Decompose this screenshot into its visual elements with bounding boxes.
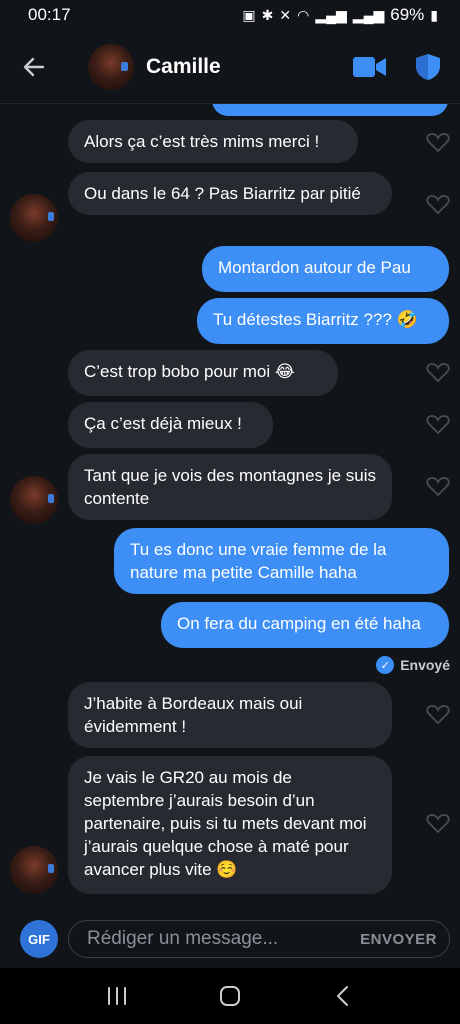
- chat-header: Camille: [0, 30, 460, 104]
- arrow-left-icon: [23, 57, 45, 76]
- contact-name[interactable]: Camille: [146, 55, 352, 79]
- safety-button[interactable]: [410, 49, 446, 85]
- home-button[interactable]: [210, 976, 250, 1016]
- heart-outline-icon[interactable]: [426, 811, 450, 835]
- system-nav-bar: [0, 968, 460, 1024]
- message-bubble-outgoing[interactable]: On fera du camping en été haha: [161, 602, 449, 648]
- message-bubble-incoming[interactable]: J’habite à Bordeaux mais oui évidemment …: [68, 682, 392, 748]
- recent-apps-button[interactable]: [97, 976, 137, 1016]
- heart-outline-icon[interactable]: [426, 130, 450, 154]
- system-back-button[interactable]: [323, 976, 363, 1016]
- status-icons: ▣ ✱ ✕ ◠ ▂▄▆ ▂▄▆ 69% ▮: [242, 5, 438, 25]
- contact-avatar[interactable]: [10, 476, 58, 524]
- checkmark-icon: ✓: [376, 656, 395, 674]
- contact-avatar[interactable]: [88, 43, 134, 90]
- message-bubble-incoming[interactable]: Tant que je vois des montagnes je suis c…: [68, 454, 392, 520]
- sent-status: ✓ Envoyé: [376, 656, 450, 674]
- message-bubble-outgoing[interactable]: Tu détestes Biarritz ??? 🤣: [197, 298, 449, 344]
- message-bubble-incoming[interactable]: Ou dans le 64 ? Pas Biarritz par pitié: [68, 172, 392, 215]
- message-input[interactable]: [87, 928, 361, 950]
- bluetooth-icon: ✱: [261, 6, 274, 23]
- lock-icon: ▣: [242, 6, 256, 23]
- message-input-wrapper: ENVOYER: [68, 920, 450, 958]
- home-icon: [219, 986, 240, 1006]
- message-bubble-outgoing[interactable]: Montardon autour de Pau: [202, 246, 449, 292]
- heart-outline-icon[interactable]: [426, 360, 450, 384]
- contact-avatar[interactable]: [10, 846, 58, 894]
- heart-outline-icon[interactable]: [426, 474, 450, 498]
- signal-icon: ▂▄▆: [315, 6, 347, 23]
- video-camera-icon: [353, 56, 386, 77]
- message-composer: GIF ENVOYER: [0, 910, 460, 968]
- battery-level: 69%: [390, 5, 425, 24]
- wifi-icon: ◠: [297, 6, 310, 23]
- send-button[interactable]: ENVOYER: [360, 931, 437, 948]
- heart-outline-icon[interactable]: [426, 412, 450, 436]
- video-call-button[interactable]: [352, 49, 388, 85]
- status-time: 00:17: [28, 5, 71, 24]
- message-bubble-partial: [212, 104, 448, 116]
- chevron-left-icon: [337, 986, 349, 1006]
- message-bubble-incoming[interactable]: Ça c’est déjà mieux !: [68, 402, 273, 448]
- message-bubble-incoming[interactable]: Je vais le GR20 au mois de septembre j’a…: [68, 756, 392, 894]
- battery-icon: ▮: [430, 6, 438, 23]
- contact-avatar[interactable]: [10, 194, 58, 242]
- recent-apps-icon: [107, 987, 126, 1005]
- mute-icon: ✕: [279, 6, 292, 23]
- message-bubble-incoming[interactable]: Alors ça c’est très mims merci !: [68, 120, 358, 163]
- message-list[interactable]: Alors ça c’est très mims merci ! Ou dans…: [0, 104, 460, 910]
- sent-status-label: Envoyé: [400, 657, 450, 673]
- heart-outline-icon[interactable]: [426, 192, 450, 216]
- status-bar: 00:17 ▣ ✱ ✕ ◠ ▂▄▆ ▂▄▆ 69% ▮: [0, 0, 460, 30]
- heart-outline-icon[interactable]: [426, 702, 450, 726]
- gif-button[interactable]: GIF: [20, 920, 58, 958]
- message-bubble-outgoing[interactable]: Tu es donc une vraie femme de la nature …: [114, 528, 449, 594]
- shield-icon: [416, 53, 440, 80]
- signal-icon-2: ▂▄▆: [352, 6, 385, 23]
- message-bubble-incoming[interactable]: C’est trop bobo pour moi 😂: [68, 350, 338, 396]
- back-button[interactable]: [14, 47, 54, 87]
